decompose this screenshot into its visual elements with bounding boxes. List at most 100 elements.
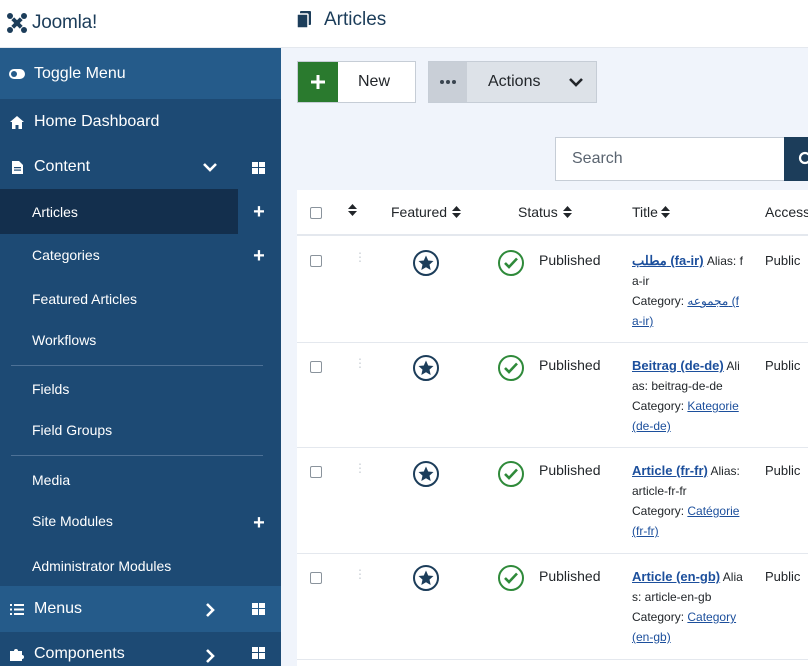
sidebar-item-site-modules[interactable]: Site Modules (0, 500, 281, 542)
table-row: ⋮ Published Article (en-gb) Alias: artic… (297, 554, 808, 660)
ordering-sort-button[interactable] (348, 204, 357, 216)
logo-text: Joomla! (32, 12, 98, 33)
drag-handle-icon[interactable]: ⋮ (354, 357, 366, 369)
dashboard-grid-icon[interactable] (252, 161, 265, 179)
search-icon (798, 151, 808, 165)
category-label: Category: (632, 294, 685, 308)
actions-button-label: Actions (488, 73, 541, 90)
search-input[interactable] (555, 137, 785, 181)
sort-icon (660, 206, 670, 218)
drag-handle-icon[interactable]: ⋮ (354, 568, 366, 580)
sidebar-item-media[interactable]: Media (0, 459, 281, 501)
table-row: ⋮ Published Article (fr-fr) Alias: artic… (297, 448, 808, 554)
sidebar-item-workflows[interactable]: Workflows (0, 319, 281, 361)
drag-handle-icon[interactable]: ⋮ (354, 462, 366, 474)
sidebar-item-fields[interactable]: Fields (0, 368, 281, 410)
sidebar-item-home-dashboard[interactable]: Home Dashboard (0, 99, 281, 145)
chevron-down-icon (568, 75, 584, 93)
sort-icon (452, 206, 462, 218)
table-row: ⋮ Published مطلب (fa-ir) Alias: fa-ir Ca… (297, 237, 808, 343)
file-icon (8, 160, 26, 174)
title-cell: Article (en-gb) Alias: article-en-gb Cat… (632, 567, 744, 647)
sidebar-item-administrator-modules[interactable]: Administrator Modules (0, 545, 281, 587)
toggle-menu-button[interactable]: Toggle Menu (0, 48, 281, 99)
featured-star-icon[interactable] (413, 565, 439, 591)
search-button[interactable] (784, 137, 808, 181)
actions-dropdown-button[interactable]: Actions (428, 61, 597, 103)
sidebar-item-categories[interactable]: Categories (0, 234, 281, 276)
article-title-link[interactable]: Beitrag (de-de) (632, 358, 724, 373)
home-icon (8, 115, 26, 129)
select-all-checkbox[interactable] (310, 207, 322, 219)
joomla-logo-icon (7, 13, 27, 33)
sidebar-item-label: Fields (32, 381, 70, 397)
featured-star-icon[interactable] (413, 461, 439, 487)
featured-header-label: Featured (391, 204, 448, 220)
puzzle-icon (8, 647, 26, 661)
title-cell: Beitrag (de-de) Alias: beitrag-de-de Cat… (632, 356, 744, 436)
sort-icon (348, 204, 357, 216)
featured-star-icon[interactable] (413, 250, 439, 276)
row-checkbox[interactable] (310, 255, 322, 267)
sidebar-item-label: Field Groups (32, 422, 113, 438)
featured-star-icon[interactable] (413, 355, 439, 381)
sidebar-item-label: Categories (32, 247, 100, 263)
published-check-icon[interactable] (498, 565, 524, 591)
plus-icon (298, 62, 338, 102)
sidebar-item-label: Administrator Modules (32, 558, 172, 574)
add-category-icon[interactable]: + (250, 245, 268, 267)
home-dashboard-label: Home Dashboard (34, 113, 160, 130)
published-check-icon[interactable] (498, 461, 524, 487)
row-checkbox[interactable] (310, 466, 322, 478)
access-level: Public (765, 253, 801, 268)
drag-handle-icon[interactable]: ⋮ (354, 251, 366, 263)
joomla-logo[interactable]: Joomla! (6, 10, 97, 36)
chevron-right-icon[interactable] (204, 602, 216, 623)
dashboard-grid-icon[interactable] (252, 646, 265, 664)
article-title-link[interactable]: Article (fr-fr) (632, 463, 708, 478)
category-label: Category: (632, 399, 685, 413)
sidebar-divider (11, 455, 263, 456)
published-check-icon[interactable] (498, 355, 524, 381)
access-level: Public (765, 358, 801, 373)
page-title-area: Articles (296, 9, 386, 31)
status-column-header[interactable]: Status (518, 204, 572, 220)
components-label: Components (34, 645, 125, 662)
sort-icon (562, 206, 572, 218)
toggle-menu-label: Toggle Menu (34, 64, 126, 82)
sidebar-item-label: Media (32, 472, 71, 488)
access-column-header[interactable]: Access (765, 204, 808, 220)
sidebar-item-label: Articles (32, 203, 78, 220)
row-checkbox[interactable] (310, 572, 322, 584)
access-level: Public (765, 569, 801, 584)
article-title-link[interactable]: مطلب (fa-ir) (632, 253, 704, 268)
sidebar-item-featured-articles[interactable]: Featured Articles (0, 278, 281, 320)
category-label: Category: (632, 610, 685, 624)
add-article-icon[interactable]: + (250, 201, 268, 223)
featured-column-header[interactable]: Featured (391, 204, 462, 220)
article-title-link[interactable]: Article (en-gb) (632, 569, 720, 584)
status-text: Published (539, 252, 601, 268)
access-header-label: Access (765, 204, 808, 220)
title-column-header[interactable]: Title (632, 204, 670, 220)
sidebar-item-menus[interactable]: Menus (0, 586, 281, 632)
row-checkbox[interactable] (310, 361, 322, 373)
sidebar-item-components[interactable]: Components (0, 634, 281, 666)
menus-label: Menus (34, 600, 83, 617)
sidebar-divider (11, 365, 263, 366)
dashboard-grid-icon[interactable] (252, 602, 265, 620)
chevron-right-icon[interactable] (204, 648, 216, 666)
top-header: Joomla! Articles (0, 0, 808, 48)
add-site-module-icon[interactable]: + (250, 512, 268, 534)
sidebar-item-content[interactable]: Content (0, 145, 281, 189)
status-text: Published (539, 568, 601, 584)
sidebar-item-articles[interactable]: Articles (0, 189, 238, 234)
sidebar-item-field-groups[interactable]: Field Groups (0, 409, 281, 451)
copy-icon (296, 11, 311, 29)
toggle-icon (8, 68, 26, 79)
sidebar: Toggle Menu Home Dashboard Content Artic… (0, 48, 281, 666)
articles-table: Featured Status Title Access ⋮ Published… (297, 190, 808, 666)
chevron-down-icon[interactable] (202, 160, 218, 178)
new-button[interactable]: New (297, 61, 416, 103)
published-check-icon[interactable] (498, 250, 524, 276)
